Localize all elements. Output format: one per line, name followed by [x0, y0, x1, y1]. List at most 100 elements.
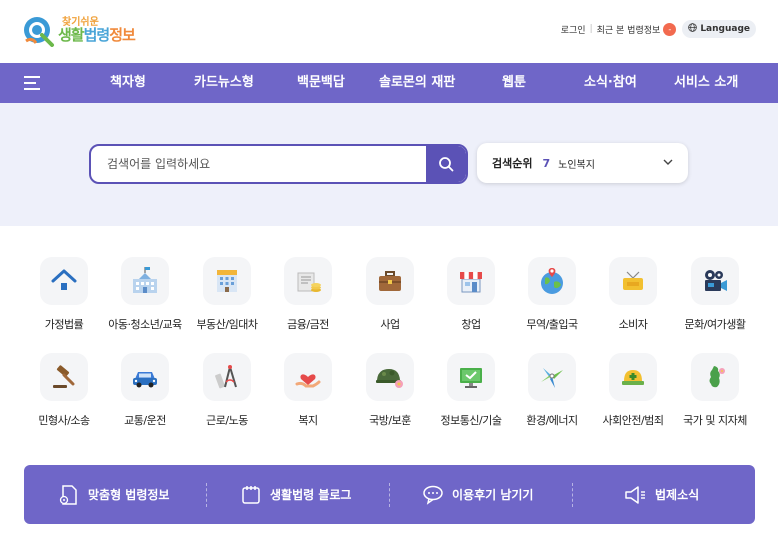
- safety-helmet-icon: [609, 353, 657, 401]
- camera-icon: [691, 257, 739, 305]
- heart-hand-icon: [284, 353, 332, 401]
- category-label: 국가 및 지자체: [683, 414, 747, 427]
- divider: [572, 483, 573, 507]
- store-icon: [447, 257, 495, 305]
- search-section: 검색순위 7 노인복지: [0, 103, 778, 226]
- search-box: [89, 144, 468, 184]
- category-label: 교통/운전: [124, 414, 166, 427]
- car-icon: [121, 353, 169, 401]
- quick-link-label: 이용후기 남기기: [452, 488, 534, 502]
- site-logo[interactable]: 찾기쉬운 생활법령정보: [22, 12, 136, 48]
- category-label: 정보통신/기술: [440, 414, 502, 427]
- windmill-icon: [528, 353, 576, 401]
- language-button[interactable]: Language: [682, 20, 756, 38]
- search-icon: [439, 157, 454, 172]
- tools-icon: [203, 353, 251, 401]
- quick-link-custom-law[interactable]: 맞춤형 법령정보: [58, 465, 169, 524]
- search-button[interactable]: [426, 146, 466, 182]
- main-nav: 책자형 카드뉴스형 백문백답 솔로몬의 재판 웹툰 소식·참여 서비스 소개: [0, 63, 778, 103]
- hamburger-menu-icon[interactable]: [24, 76, 40, 90]
- category-culture-leisure[interactable]: 문화/여가생활: [673, 257, 757, 347]
- category-business[interactable]: 사업: [348, 257, 432, 347]
- category-startup[interactable]: 창업: [429, 257, 513, 347]
- category-label: 가정법률: [44, 318, 84, 331]
- recent-laws-link[interactable]: 최근 본 법령정보: [597, 23, 661, 36]
- category-label: 창업: [461, 318, 481, 331]
- language-label: Language: [700, 24, 750, 34]
- rank-term: 노인복지: [558, 159, 595, 171]
- category-government[interactable]: 국가 및 지자체: [673, 353, 757, 443]
- category-family-law[interactable]: 가정법률: [22, 257, 106, 347]
- quick-link-blog[interactable]: 생활법령 블로그: [240, 465, 351, 524]
- sale-sign-icon: [609, 257, 657, 305]
- recent-count-badge[interactable]: -: [663, 22, 677, 36]
- document-icon: [59, 484, 77, 505]
- category-label: 문화/여가생활: [684, 318, 746, 331]
- school-icon: [121, 257, 169, 305]
- category-civil-criminal[interactable]: 민형사/소송: [22, 353, 106, 443]
- category-label: 무역/출입국: [526, 318, 578, 331]
- category-finance[interactable]: 금융/금전: [266, 257, 350, 347]
- category-consumer[interactable]: 소비자: [591, 257, 675, 347]
- rank-title: 검색순위: [492, 157, 533, 170]
- nav-item-news[interactable]: 소식·참여: [584, 63, 637, 103]
- utility-separator: |: [589, 24, 593, 34]
- category-label: 금융/금전: [287, 318, 329, 331]
- category-label: 사회안전/범죄: [602, 414, 664, 427]
- category-labor[interactable]: 근로/노동: [185, 353, 269, 443]
- briefcase-icon: [366, 257, 414, 305]
- category-traffic-driving[interactable]: 교통/운전: [103, 353, 187, 443]
- category-defense-veterans[interactable]: 국방/보훈: [348, 353, 432, 443]
- login-link[interactable]: 로그인: [561, 23, 586, 36]
- category-label: 사업: [380, 318, 400, 331]
- category-environment-energy[interactable]: 환경/에너지: [510, 353, 594, 443]
- rank-number: 7: [542, 156, 551, 170]
- category-real-estate[interactable]: 부동산/임대차: [185, 257, 269, 347]
- helmet-icon: [366, 353, 414, 401]
- category-label: 부동산/임대차: [196, 318, 258, 331]
- category-label: 아동·청소년/교육: [108, 318, 182, 331]
- logo-title: 생활법령정보: [58, 25, 136, 44]
- quick-link-review[interactable]: 이용후기 남기기: [422, 465, 533, 524]
- quick-links-bar: 맞춤형 법령정보 생활법령 블로그 이용후기 남기기 법제소식: [24, 465, 755, 524]
- search-rank-dropdown[interactable]: 검색순위 7 노인복지: [477, 143, 688, 183]
- monitor-icon: [447, 353, 495, 401]
- quick-link-label: 맞춤형 법령정보: [88, 488, 170, 502]
- quick-link-label: 법제소식: [655, 488, 700, 502]
- globe-icon: [528, 257, 576, 305]
- category-trade-immigration[interactable]: 무역/출입국: [510, 257, 594, 347]
- search-input[interactable]: [91, 146, 421, 182]
- category-label: 민형사/소송: [38, 414, 90, 427]
- quick-link-legal-news[interactable]: 법제소식: [623, 465, 699, 524]
- nav-item-solomon[interactable]: 솔로몬의 재판: [379, 63, 455, 103]
- nav-item-about[interactable]: 서비스 소개: [674, 63, 738, 103]
- category-ict[interactable]: 정보통신/기술: [429, 353, 513, 443]
- divider: [206, 483, 207, 507]
- chevron-down-icon: [663, 159, 673, 165]
- category-label: 소비자: [618, 318, 648, 331]
- nav-item-cardnews[interactable]: 카드뉴스형: [194, 63, 254, 103]
- nav-item-qa[interactable]: 백문백답: [297, 63, 345, 103]
- utility-links: 로그인 | 최근 본 법령정보 - Language: [561, 20, 756, 38]
- nav-item-webtoon[interactable]: 웹툰: [502, 63, 526, 103]
- gavel-icon: [40, 353, 88, 401]
- category-welfare[interactable]: 복지: [266, 353, 350, 443]
- category-public-safety[interactable]: 사회안전/범죄: [591, 353, 675, 443]
- category-label: 복지: [298, 414, 318, 427]
- megaphone-icon: [625, 485, 645, 504]
- korea-map-icon: [691, 353, 739, 401]
- globe-icon: [688, 23, 698, 35]
- nav-item-booklet[interactable]: 책자형: [110, 63, 146, 103]
- category-label: 근로/노동: [206, 414, 248, 427]
- category-label: 국방/보훈: [369, 414, 411, 427]
- category-youth-education[interactable]: 아동·청소년/교육: [103, 257, 187, 347]
- building-icon: [203, 257, 251, 305]
- chat-bubble-icon: [423, 485, 443, 505]
- category-label: 환경/에너지: [526, 414, 578, 427]
- house-icon: [40, 257, 88, 305]
- notepad-icon: [242, 485, 260, 504]
- quick-link-label: 생활법령 블로그: [270, 488, 352, 502]
- money-icon: [284, 257, 332, 305]
- divider: [389, 483, 390, 507]
- logo-mark-icon: [22, 13, 56, 47]
